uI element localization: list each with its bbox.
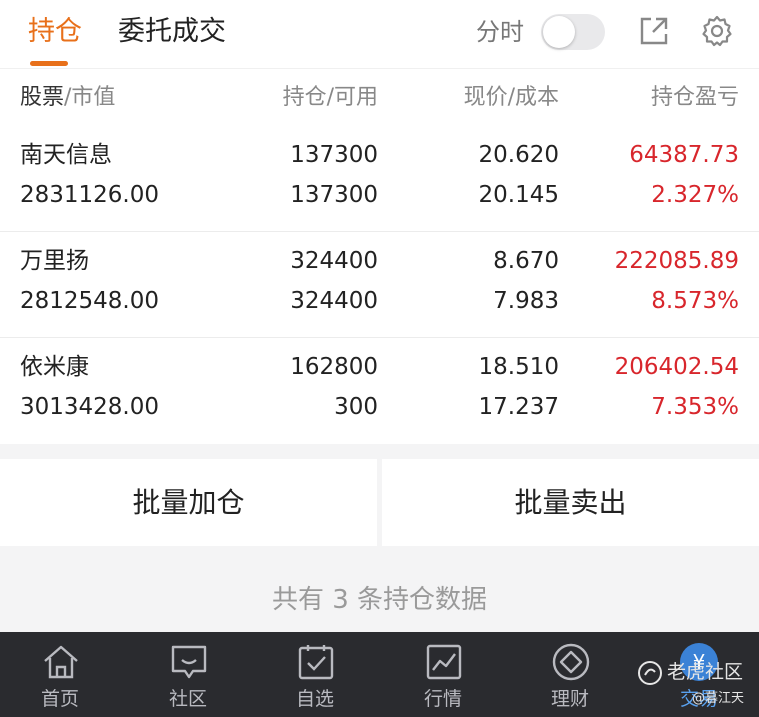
batch-sell-button[interactable]: 批量卖出 — [382, 459, 759, 546]
pnl-percent: 7.353% — [651, 394, 739, 420]
toggle-knob — [543, 16, 575, 48]
nav-market[interactable]: 行情 — [388, 632, 498, 717]
nav-label: 自选 — [295, 688, 334, 710]
available-qty: 300 — [334, 394, 378, 420]
pnl-amount: 64387.73 — [629, 142, 739, 168]
batch-actions: 批量加仓 批量卖出 — [0, 459, 759, 546]
watermark-author: @暮江天 — [692, 691, 745, 706]
intraday-toggle[interactable] — [541, 14, 605, 50]
available-qty: 137300 — [290, 182, 378, 208]
home-icon — [44, 645, 78, 679]
column-pnl[interactable]: 持仓盈亏 — [651, 83, 739, 113]
share-out-icon[interactable] — [637, 14, 671, 48]
cost-price: 17.237 — [478, 394, 559, 420]
holdings-column-header: 股票/市值 持仓/可用 现价/成本 持仓盈亏 — [0, 68, 759, 126]
watermark-text: 老虎社区 — [667, 661, 744, 683]
nav-community[interactable]: 社区 — [133, 632, 243, 717]
nav-label: 行情 — [423, 688, 462, 710]
wealth-diamond-icon — [552, 643, 590, 681]
column-stock[interactable]: 股票/市值 — [20, 83, 115, 113]
cost-price: 20.145 — [478, 182, 559, 208]
current-price: 8.670 — [493, 248, 559, 274]
pnl-percent: 8.573% — [651, 288, 739, 314]
stock-name: 万里扬 — [20, 248, 89, 274]
watchlist-check-icon — [298, 645, 334, 680]
top-tab-bar: 持仓 委托成交 分时 — [0, 0, 759, 68]
position-qty: 324400 — [290, 248, 378, 274]
gear-icon[interactable] — [700, 14, 734, 48]
column-price[interactable]: 现价/成本 — [464, 83, 559, 113]
market-value: 3013428.00 — [20, 394, 160, 420]
position-qty: 162800 — [290, 354, 378, 380]
batch-add-button[interactable]: 批量加仓 — [0, 459, 377, 546]
holding-row[interactable]: 南天信息 2831126.00 137300 137300 20.620 20.… — [0, 126, 759, 232]
nav-home[interactable]: 首页 — [5, 632, 115, 717]
holding-row[interactable]: 依米康 3013428.00 162800 300 18.510 17.237 … — [0, 338, 759, 444]
pnl-amount: 206402.54 — [614, 354, 739, 380]
tab-active-indicator — [30, 61, 68, 66]
nav-wealth[interactable]: 理财 — [515, 632, 625, 717]
current-price: 18.510 — [478, 354, 559, 380]
nav-label: 社区 — [168, 688, 207, 710]
holdings-count-summary: 共有 3 条持仓数据 — [271, 585, 488, 615]
holding-row[interactable]: 万里扬 2812548.00 324400 324400 8.670 7.983… — [0, 232, 759, 338]
current-price: 20.620 — [478, 142, 559, 168]
market-value: 2812548.00 — [20, 288, 160, 314]
stock-name: 南天信息 — [20, 142, 112, 168]
position-qty: 137300 — [290, 142, 378, 168]
market-value: 2831126.00 — [20, 182, 160, 208]
intraday-toggle-label: 分时 — [476, 18, 524, 46]
chat-bubble-icon — [171, 645, 207, 679]
stock-name: 依米康 — [20, 354, 89, 380]
nav-watchlist[interactable]: 自选 — [260, 632, 370, 717]
tab-holdings[interactable]: 持仓 — [28, 14, 82, 50]
pnl-percent: 2.327% — [651, 182, 739, 208]
market-chart-icon — [426, 644, 462, 680]
cost-price: 7.983 — [493, 288, 559, 314]
available-qty: 324400 — [290, 288, 378, 314]
column-position[interactable]: 持仓/可用 — [283, 83, 378, 113]
pnl-amount: 222085.89 — [614, 248, 739, 274]
nav-label: 理财 — [550, 688, 589, 710]
nav-label: 首页 — [40, 688, 79, 710]
tab-orders[interactable]: 委托成交 — [118, 14, 226, 50]
tiger-community-logo — [638, 661, 662, 685]
